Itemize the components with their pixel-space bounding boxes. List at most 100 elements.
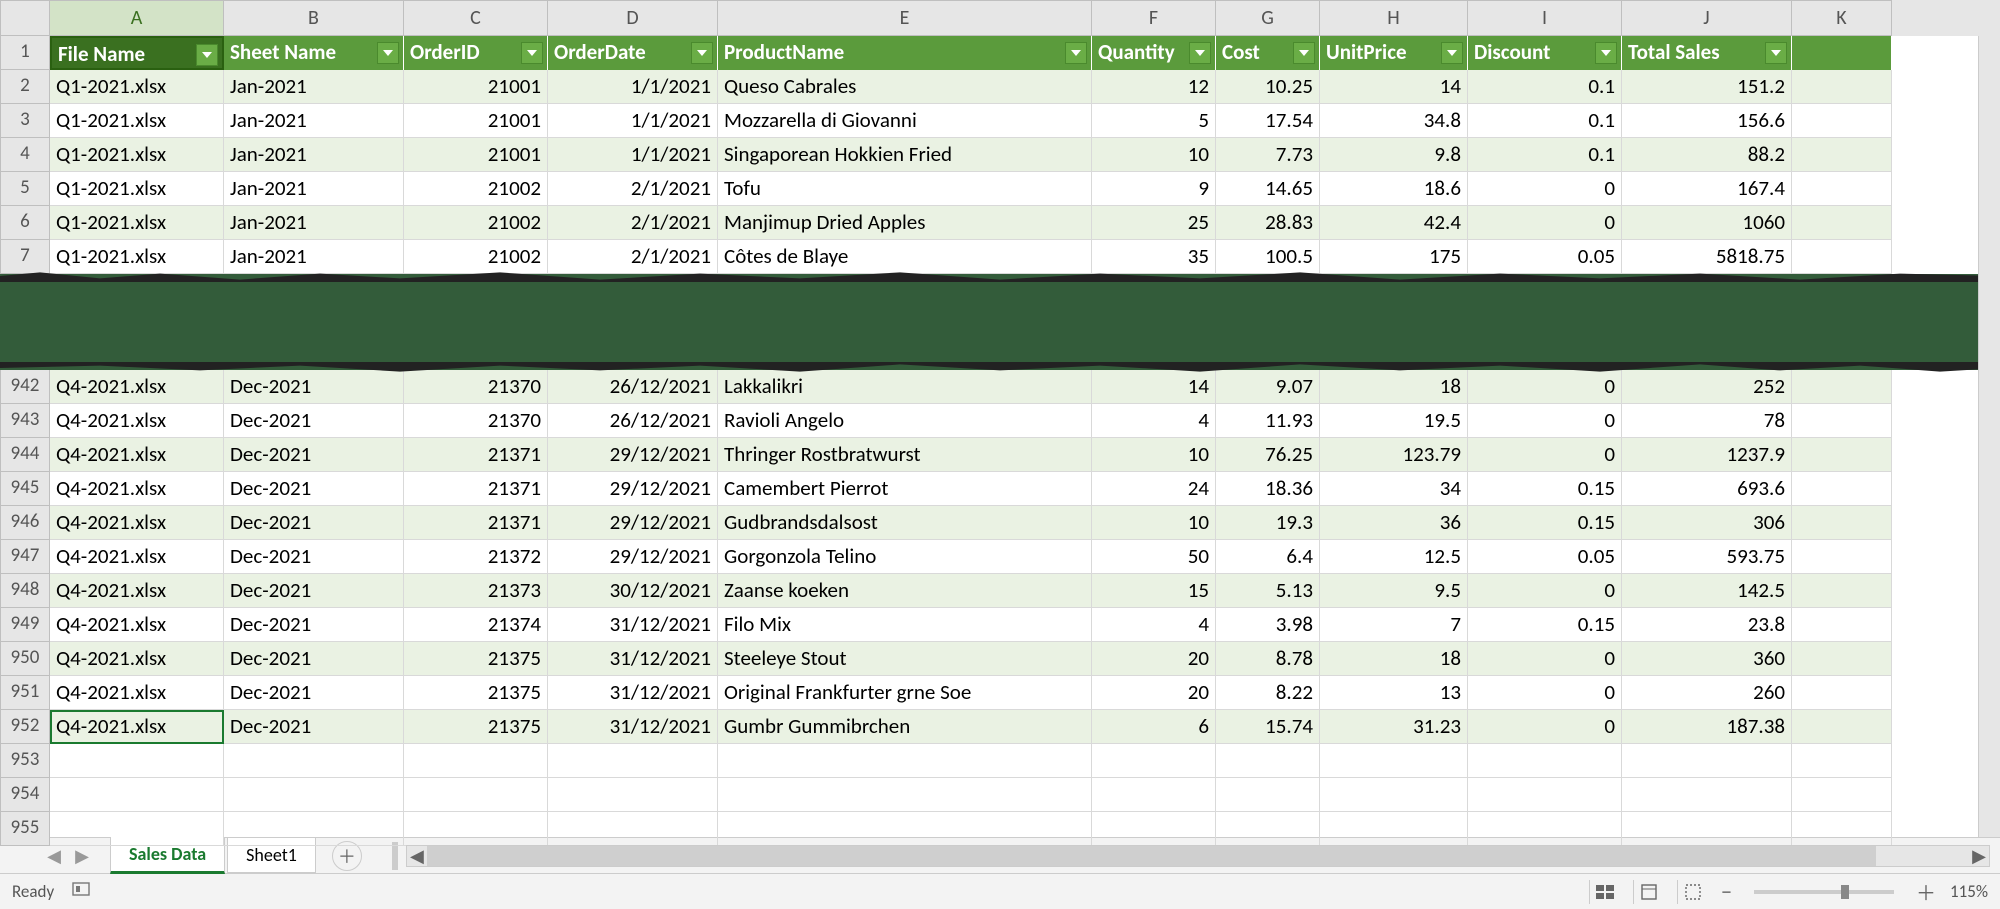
cell[interactable]: 0	[1468, 710, 1622, 744]
cell[interactable]: 14	[1320, 70, 1468, 104]
cell[interactable]: 29/12/2021	[548, 472, 718, 506]
cell[interactable]	[1792, 36, 1892, 70]
cell[interactable]: 17.54	[1216, 104, 1320, 138]
cell[interactable]: 15.74	[1216, 710, 1320, 744]
cell[interactable]: 78	[1622, 404, 1792, 438]
cell[interactable]: 34	[1320, 472, 1468, 506]
row-header[interactable]: 949	[0, 608, 50, 642]
cell[interactable]: 1/1/2021	[548, 104, 718, 138]
cell[interactable]: 2/1/2021	[548, 172, 718, 206]
cell[interactable]: 8.22	[1216, 676, 1320, 710]
cell[interactable]: Gorgonzola Telino	[718, 540, 1092, 574]
cell[interactable]	[1622, 778, 1792, 812]
cell[interactable]: 18.6	[1320, 172, 1468, 206]
cell[interactable]	[1622, 744, 1792, 778]
cell[interactable]: 21371	[404, 438, 548, 472]
vertical-scrollbar[interactable]	[1978, 36, 2000, 837]
column-header-G[interactable]: G	[1216, 0, 1320, 36]
cell[interactable]	[1092, 812, 1216, 846]
zoom-in-button[interactable]: ＋	[1916, 877, 1936, 906]
cell[interactable]: 21370	[404, 370, 548, 404]
cell[interactable]: 15	[1092, 574, 1216, 608]
cell[interactable]: Q1-2021.xlsx	[50, 70, 224, 104]
cell[interactable]	[1792, 472, 1892, 506]
cell[interactable]	[1092, 778, 1216, 812]
column-header-K[interactable]: K	[1792, 0, 1892, 36]
table-header-cell[interactable]: Cost	[1216, 36, 1320, 70]
cell[interactable]: Dec-2021	[224, 438, 404, 472]
cell[interactable]: Q4-2021.xlsx	[50, 608, 224, 642]
filter-dropdown-icon[interactable]	[1189, 42, 1211, 64]
cell[interactable]: 5.13	[1216, 574, 1320, 608]
cell[interactable]	[1792, 540, 1892, 574]
cell[interactable]	[1792, 574, 1892, 608]
row-header[interactable]: 953	[0, 744, 50, 778]
cell[interactable]	[1468, 744, 1622, 778]
cell[interactable]	[1792, 206, 1892, 240]
cell[interactable]: 693.6	[1622, 472, 1792, 506]
cell[interactable]: Q4-2021.xlsx	[50, 710, 224, 744]
cell[interactable]: 23.8	[1622, 608, 1792, 642]
cell[interactable]: 5	[1092, 104, 1216, 138]
cell[interactable]: 0.15	[1468, 472, 1622, 506]
row-header[interactable]: 2	[0, 70, 50, 104]
select-all-corner[interactable]	[0, 0, 50, 36]
row-header[interactable]: 1	[0, 36, 50, 70]
cell[interactable]: 35	[1092, 240, 1216, 274]
cell[interactable]: Q1-2021.xlsx	[50, 104, 224, 138]
cell[interactable]: 50	[1092, 540, 1216, 574]
cell[interactable]: 10.25	[1216, 70, 1320, 104]
macro-record-icon[interactable]	[72, 880, 90, 903]
cell[interactable]: 11.93	[1216, 404, 1320, 438]
cell[interactable]	[1792, 404, 1892, 438]
cell[interactable]	[548, 778, 718, 812]
row-header[interactable]: 942	[0, 370, 50, 404]
cell[interactable]: 0	[1468, 676, 1622, 710]
cell[interactable]: Dec-2021	[224, 710, 404, 744]
cell[interactable]	[50, 744, 224, 778]
cell[interactable]: 34.8	[1320, 104, 1468, 138]
table-header-cell[interactable]: ProductName	[718, 36, 1092, 70]
cell[interactable]: 26/12/2021	[548, 404, 718, 438]
cell[interactable]	[1216, 778, 1320, 812]
cell[interactable]: 31/12/2021	[548, 710, 718, 744]
table-header-cell[interactable]: OrderDate	[548, 36, 718, 70]
column-header-C[interactable]: C	[404, 0, 548, 36]
cell[interactable]: 10	[1092, 506, 1216, 540]
filter-dropdown-icon[interactable]	[1293, 42, 1315, 64]
filter-dropdown-icon[interactable]	[1765, 42, 1787, 64]
cell[interactable]: 187.38	[1622, 710, 1792, 744]
row-header[interactable]: 955	[0, 812, 50, 846]
row-header[interactable]: 5	[0, 172, 50, 206]
cell[interactable]: 6	[1092, 710, 1216, 744]
cell[interactable]: Dec-2021	[224, 676, 404, 710]
cell[interactable]: Q4-2021.xlsx	[50, 370, 224, 404]
cell[interactable]	[1468, 778, 1622, 812]
cell[interactable]	[718, 812, 1092, 846]
cell[interactable]: Dec-2021	[224, 506, 404, 540]
cell[interactable]: 175	[1320, 240, 1468, 274]
cell[interactable]: Dec-2021	[224, 642, 404, 676]
cell[interactable]: 21371	[404, 472, 548, 506]
cell[interactable]: 26/12/2021	[548, 370, 718, 404]
cell[interactable]: 0.05	[1468, 540, 1622, 574]
table-header-cell[interactable]: Discount	[1468, 36, 1622, 70]
filter-dropdown-icon[interactable]	[196, 44, 218, 66]
cell[interactable]: Q4-2021.xlsx	[50, 438, 224, 472]
row-header[interactable]: 952	[0, 710, 50, 744]
zoom-slider[interactable]	[1754, 890, 1894, 894]
cell[interactable]: 252	[1622, 370, 1792, 404]
cell[interactable]: Dec-2021	[224, 404, 404, 438]
cell[interactable]: 21371	[404, 506, 548, 540]
cell[interactable]: 0	[1468, 404, 1622, 438]
row-header[interactable]: 4	[0, 138, 50, 172]
cell[interactable]: Q1-2021.xlsx	[50, 172, 224, 206]
row-header[interactable]: 944	[0, 438, 50, 472]
cell[interactable]: 12	[1092, 70, 1216, 104]
column-header-E[interactable]: E	[718, 0, 1092, 36]
cell[interactable]	[404, 812, 548, 846]
cell[interactable]: Q4-2021.xlsx	[50, 642, 224, 676]
table-header-cell[interactable]: Sheet Name	[224, 36, 404, 70]
filter-dropdown-icon[interactable]	[691, 42, 713, 64]
cell[interactable]	[548, 812, 718, 846]
